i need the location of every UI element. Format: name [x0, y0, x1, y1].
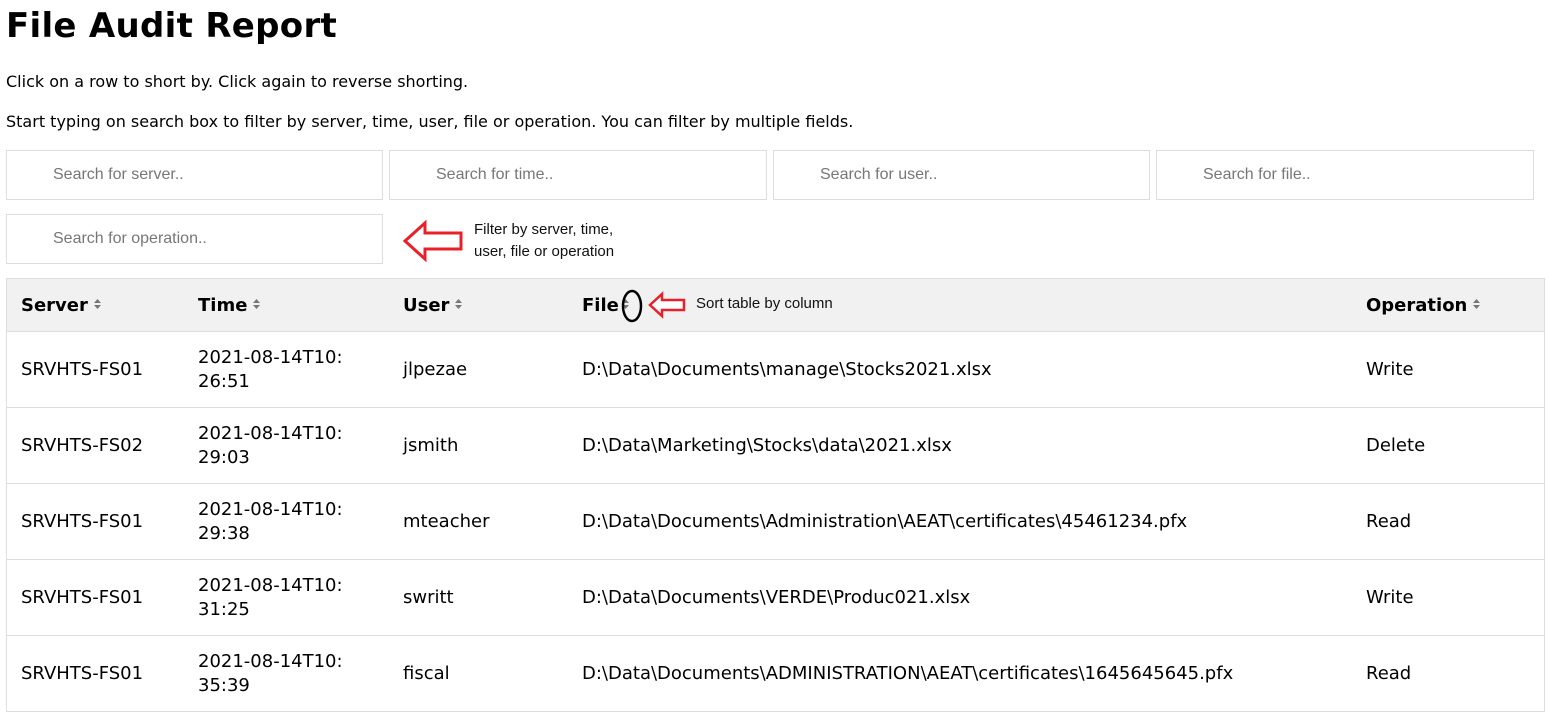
cell-file: D:\Data\Documents\Administration\AEAT\ce… — [568, 483, 1352, 560]
search-file-input[interactable] — [1156, 150, 1534, 200]
cell-server: SRVHTS-FS02 — [7, 407, 184, 484]
search-time-input[interactable] — [389, 150, 767, 200]
filter-annotation-line1: Filter by server, time, — [474, 221, 614, 238]
cell-operation: Read — [1352, 635, 1544, 712]
sort-icon[interactable] — [454, 298, 463, 310]
header-user[interactable]: User — [389, 278, 568, 332]
cell-user: fiscal — [389, 635, 568, 712]
cell-time: 2021-08-14T10:26:51 — [184, 331, 389, 408]
header-operation[interactable]: Operation — [1352, 278, 1544, 332]
cell-server: SRVHTS-FS01 — [7, 331, 184, 408]
table-row[interactable]: SRVHTS-FS01 2021-08-14T10:29:38 mteacher… — [7, 483, 1544, 560]
table-row[interactable]: SRVHTS-FS01 2021-08-14T10:35:39 fiscal D… — [7, 635, 1544, 712]
audit-table: Server Time User File Operation SRVHTS-F… — [7, 278, 1544, 712]
sort-icon[interactable] — [252, 298, 261, 310]
cell-time: 2021-08-14T10:29:03 — [184, 407, 389, 484]
filter-annotation-arrow-icon — [402, 219, 463, 263]
header-operation-label: Operation — [1366, 294, 1468, 316]
header-server[interactable]: Server — [7, 278, 184, 332]
cell-operation: Read — [1352, 483, 1544, 560]
search-operation-input[interactable] — [6, 214, 383, 264]
sort-instructions: Click on a row to short by. Click again … — [6, 72, 469, 91]
page-title: File Audit Report — [6, 6, 338, 46]
filter-instructions: Start typing on search box to filter by … — [6, 112, 854, 131]
cell-user: jsmith — [389, 407, 568, 484]
table-row[interactable]: SRVHTS-FS01 2021-08-14T10:26:51 jlpezae … — [7, 331, 1544, 408]
cell-file: D:\Data\Documents\ADMINISTRATION\AEAT\ce… — [568, 635, 1352, 712]
cell-operation: Write — [1352, 331, 1544, 408]
cell-user: jlpezae — [389, 331, 568, 408]
header-user-label: User — [403, 294, 450, 316]
sort-highlight-oval-icon — [621, 289, 643, 323]
table-row[interactable]: SRVHTS-FS01 2021-08-14T10:31:25 swritt D… — [7, 559, 1544, 636]
cell-user: swritt — [389, 559, 568, 636]
cell-time: 2021-08-14T10:31:25 — [184, 559, 389, 636]
cell-operation: Write — [1352, 559, 1544, 636]
filter-annotation: Filter by server, time, user, file or op… — [474, 219, 614, 263]
sort-icon[interactable] — [1472, 298, 1481, 310]
cell-file: D:\Data\Marketing\Stocks\data\2021.xlsx — [568, 407, 1352, 484]
header-time[interactable]: Time — [184, 278, 389, 332]
sort-annotation: Sort table by column — [696, 295, 833, 312]
cell-time: 2021-08-14T10:29:38 — [184, 483, 389, 560]
filter-annotation-line2: user, file or operation — [474, 243, 615, 260]
sort-icon[interactable] — [93, 298, 102, 310]
cell-server: SRVHTS-FS01 — [7, 559, 184, 636]
cell-file: D:\Data\Documents\manage\Stocks2021.xlsx — [568, 331, 1352, 408]
cell-time: 2021-08-14T10:35:39 — [184, 635, 389, 712]
table-row[interactable]: SRVHTS-FS02 2021-08-14T10:29:03 jsmith D… — [7, 407, 1544, 484]
header-server-label: Server — [21, 294, 88, 316]
cell-operation: Delete — [1352, 407, 1544, 484]
search-user-input[interactable] — [773, 150, 1150, 200]
header-time-label: Time — [198, 294, 248, 316]
table-body: SRVHTS-FS01 2021-08-14T10:26:51 jlpezae … — [7, 331, 1544, 712]
search-server-input[interactable] — [6, 150, 383, 200]
header-file-label: File — [582, 294, 619, 316]
audit-table-container: Server Time User File Operation SRVHTS-F… — [6, 278, 1545, 712]
cell-user: mteacher — [389, 483, 568, 560]
cell-server: SRVHTS-FS01 — [7, 483, 184, 560]
cell-server: SRVHTS-FS01 — [7, 635, 184, 712]
sort-annotation-arrow-icon — [648, 291, 686, 319]
cell-file: D:\Data\Documents\VERDE\Produc021.xlsx — [568, 559, 1352, 636]
